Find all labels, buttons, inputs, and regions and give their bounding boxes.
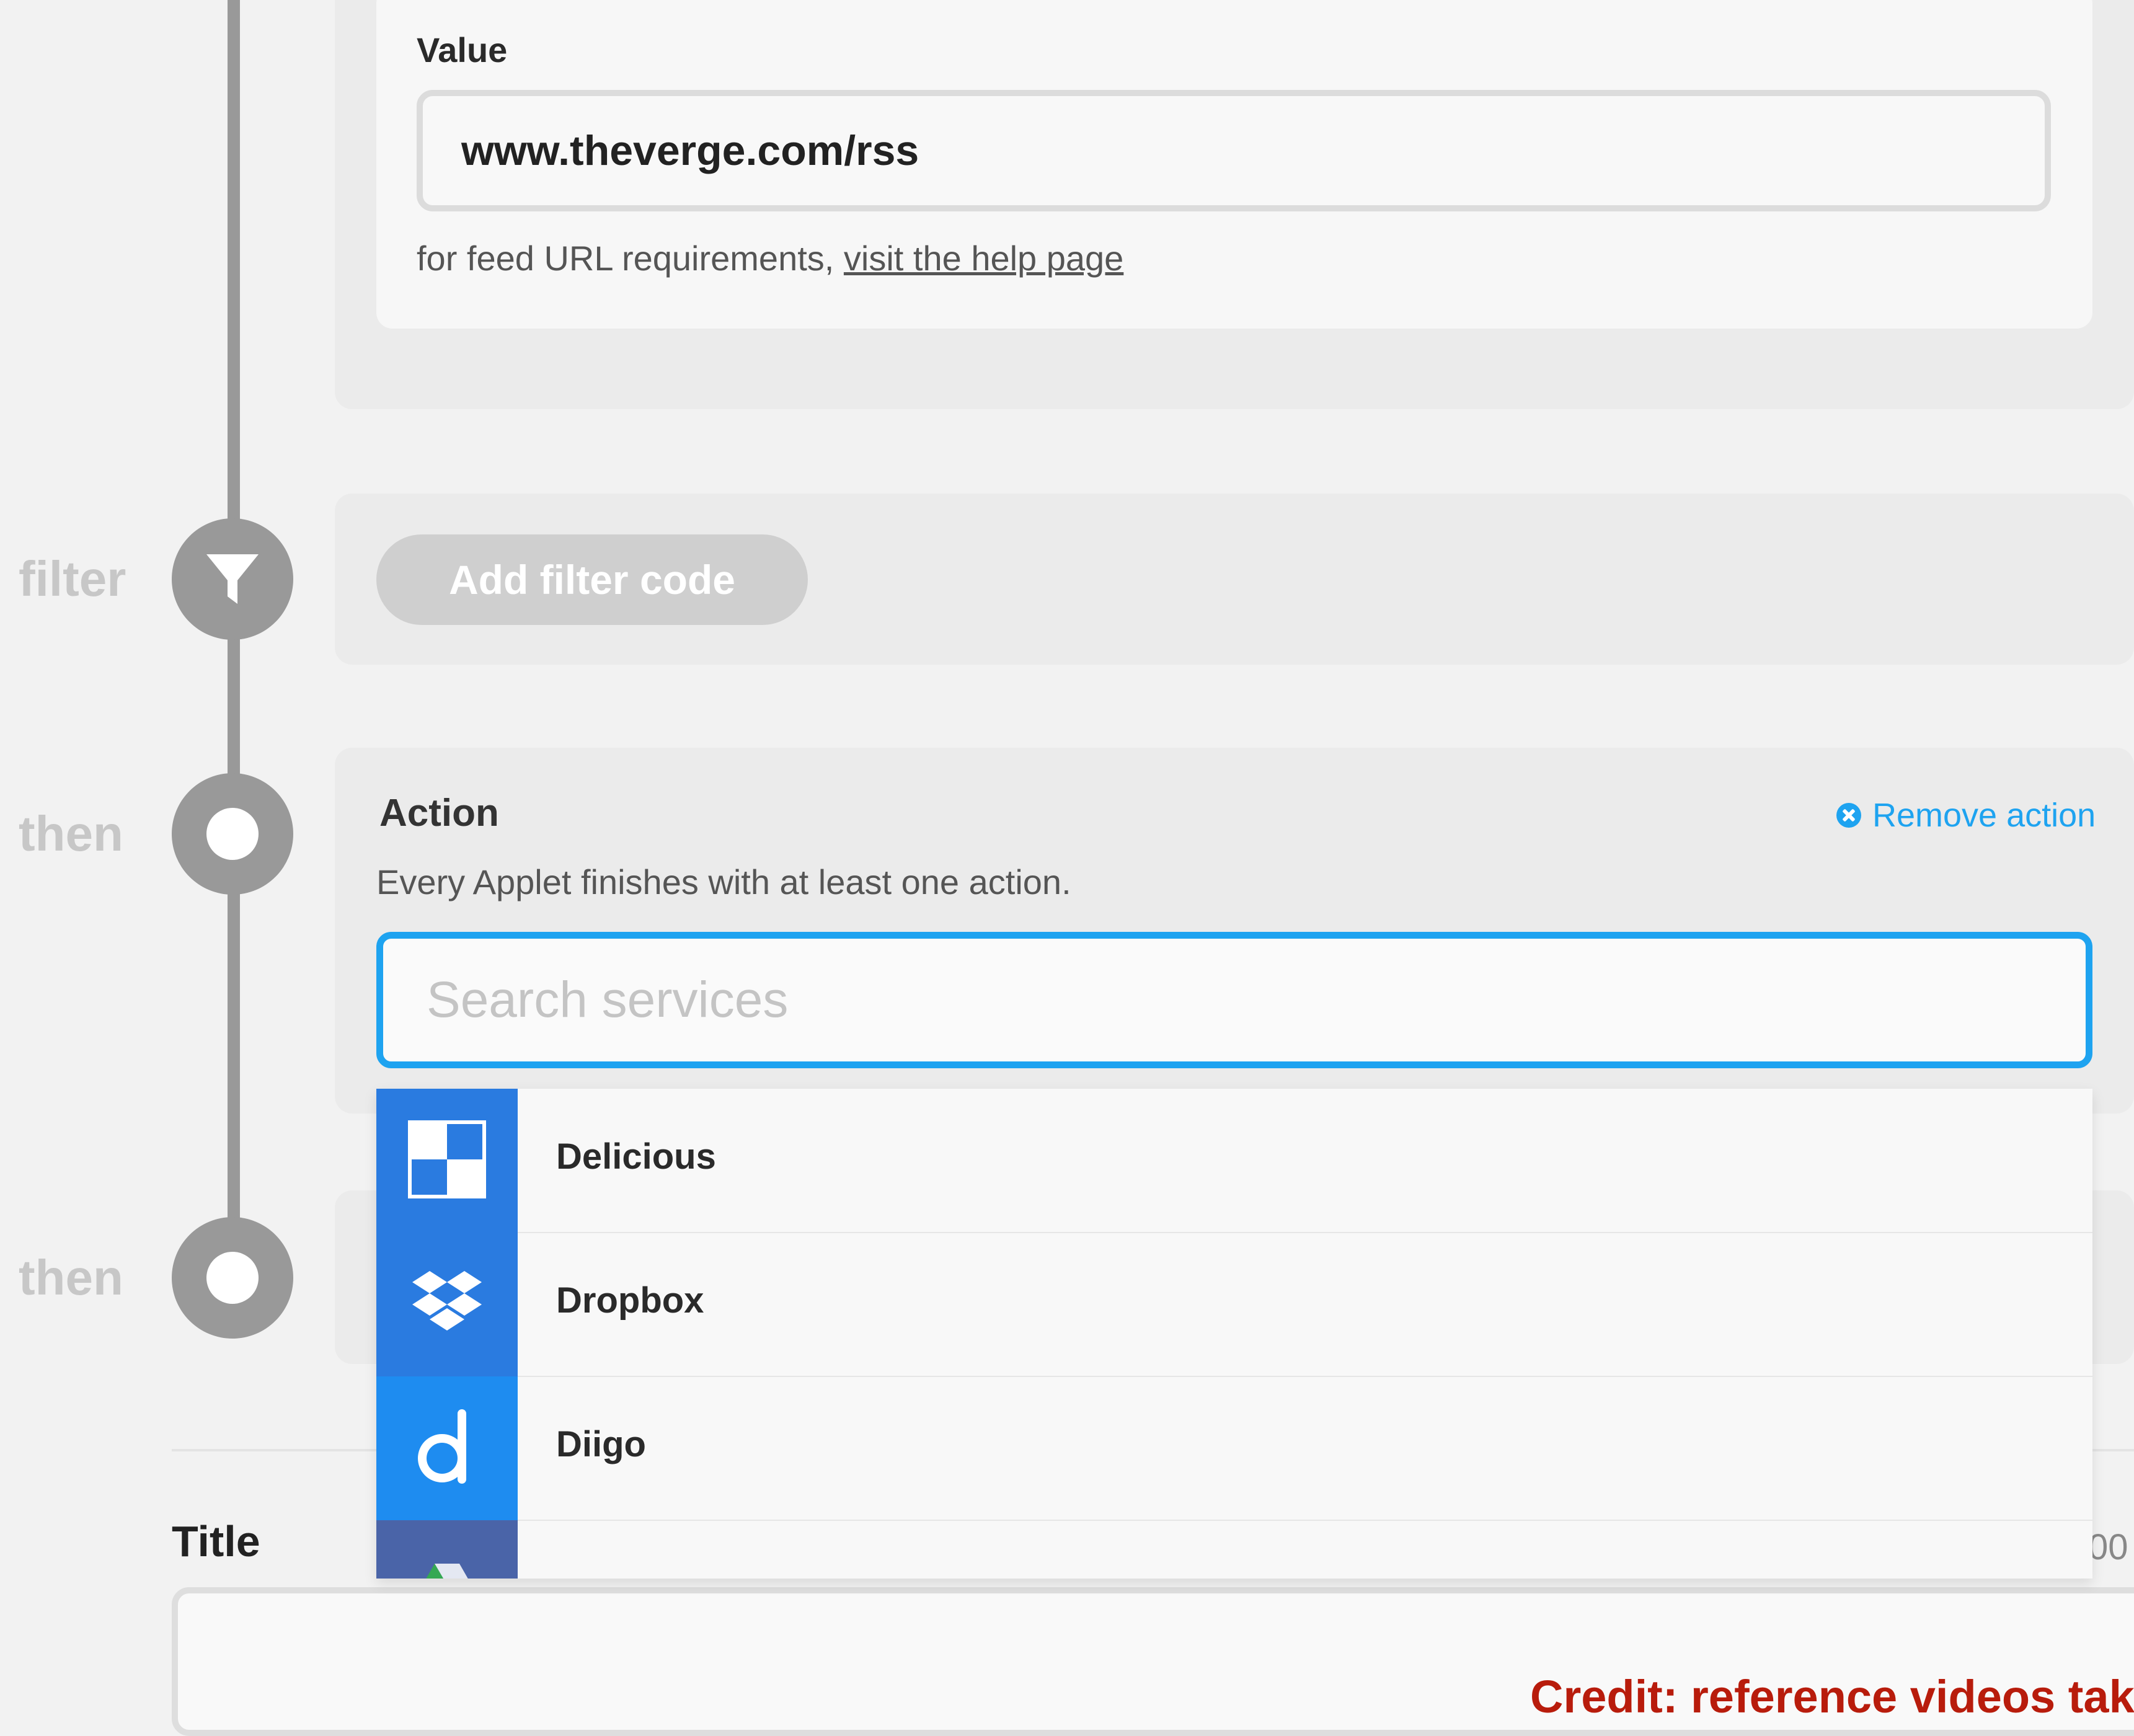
remove-action-button[interactable]: Remove action bbox=[1836, 796, 2096, 835]
step-label-then-1: then bbox=[19, 806, 123, 861]
step-label-then-2: then bbox=[19, 1250, 123, 1305]
dropbox-icon bbox=[412, 1271, 482, 1331]
service-name: Diigo bbox=[556, 1424, 646, 1464]
add-filter-code-button[interactable]: Add filter code bbox=[376, 534, 808, 625]
help-text: for feed URL requirements, visit the hel… bbox=[417, 238, 1123, 278]
service-name: Dropbox bbox=[556, 1280, 704, 1321]
title-label: Title bbox=[172, 1517, 260, 1566]
feed-url-input[interactable]: www.theverge.com/rss bbox=[417, 90, 2051, 211]
then-step-node-2 bbox=[172, 1217, 293, 1339]
filter-step-node bbox=[172, 518, 293, 640]
diigo-icon bbox=[418, 1409, 466, 1484]
service-name: Delicious bbox=[556, 1136, 716, 1177]
ring-icon bbox=[206, 808, 259, 860]
service-option-delicious[interactable]: Delicious bbox=[376, 1089, 2092, 1233]
dropbox-icon-tile bbox=[376, 1233, 518, 1376]
service-option-partial[interactable] bbox=[376, 1520, 2092, 1579]
timeline-rail-top bbox=[228, 0, 240, 546]
value-label: Value bbox=[417, 30, 508, 69]
google-drive-icon bbox=[426, 1564, 468, 1579]
close-circle-icon bbox=[1836, 803, 1861, 828]
remove-action-label: Remove action bbox=[1872, 797, 2096, 834]
credit-watermark: Credit: reference videos take bbox=[1530, 1671, 2134, 1722]
service-option-dropbox[interactable]: Dropbox bbox=[376, 1233, 2092, 1377]
search-services-input[interactable] bbox=[376, 932, 2092, 1068]
diigo-icon-tile bbox=[376, 1376, 518, 1520]
action-title: Action bbox=[379, 792, 499, 835]
delicious-icon bbox=[408, 1120, 486, 1198]
then-step-node-1 bbox=[172, 773, 293, 895]
character-counter: 00 bbox=[2088, 1527, 2128, 1567]
services-dropdown: Delicious Dropbox Diigo bbox=[376, 1089, 2092, 1579]
help-page-link[interactable]: visit the help page bbox=[844, 239, 1123, 278]
google-drive-icon-tile bbox=[376, 1520, 518, 1579]
service-option-diigo[interactable]: Diigo bbox=[376, 1376, 2092, 1521]
help-prefix-text: for feed URL requirements, bbox=[417, 239, 844, 278]
funnel-icon bbox=[206, 554, 259, 604]
ring-icon bbox=[206, 1252, 259, 1304]
action-subtitle: Every Applet finishes with at least one … bbox=[376, 862, 1071, 901]
delicious-icon-tile bbox=[376, 1089, 518, 1233]
step-label-filter: filter bbox=[19, 551, 126, 606]
